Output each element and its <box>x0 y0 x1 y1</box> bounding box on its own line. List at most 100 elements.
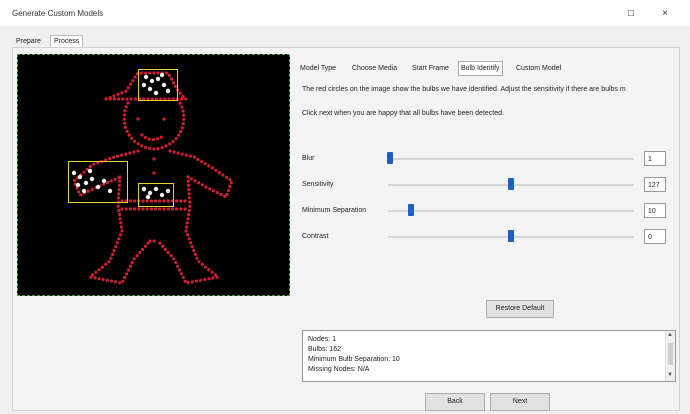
bulb-dot <box>117 213 122 217</box>
restore-default-button[interactable]: Restore Default <box>486 300 554 318</box>
window-title: Generate Custom Models <box>12 9 104 18</box>
blur-value-field[interactable]: 1 <box>644 151 666 166</box>
bulb-dot <box>100 265 104 269</box>
tab-bulb-identify[interactable]: Bulb Identify <box>458 61 503 76</box>
bulb-dot <box>184 97 188 101</box>
bulb-dot <box>147 137 151 141</box>
bulb-dot <box>122 117 126 121</box>
blur-slider-track[interactable] <box>388 158 634 160</box>
blur-slider-thumb[interactable] <box>387 152 393 164</box>
tab-custom-model[interactable]: Custom Model <box>516 62 561 75</box>
bulb-dot <box>195 256 199 260</box>
bulb-dot <box>125 272 129 276</box>
close-icon[interactable]: × <box>650 5 680 23</box>
bulb-dot <box>179 199 183 203</box>
bulb-dot <box>207 164 211 168</box>
instruction-next-text: Click next when you are happy that all b… <box>302 110 504 117</box>
sensitivity-label: Sensitivity <box>302 181 334 188</box>
back-button[interactable]: Back <box>425 393 485 411</box>
tab-choose-media[interactable]: Choose Media <box>352 62 397 75</box>
contrast-value-field[interactable]: 0 <box>644 229 666 244</box>
bulb-dot <box>114 245 118 249</box>
bulb-dot <box>163 247 167 251</box>
bulb-dot <box>179 130 183 134</box>
bulb-dot <box>186 281 190 285</box>
bulb-dot <box>204 265 208 269</box>
scroll-down-icon[interactable]: ▼ <box>667 372 673 378</box>
minimum-separation-slider-track[interactable] <box>388 210 634 212</box>
bulb-dot <box>143 135 147 140</box>
contrast-label: Contrast <box>302 233 329 240</box>
bulb-dot <box>133 75 137 79</box>
bulb-dot <box>136 142 140 146</box>
contrast-slider-thumb[interactable] <box>508 230 514 242</box>
bulb-dot <box>187 183 191 187</box>
preview-image[interactable] <box>17 54 290 296</box>
bulb-dot <box>105 278 109 282</box>
bulb-dot <box>181 94 185 98</box>
bulb-dot <box>168 149 172 153</box>
bulb-dot <box>107 260 111 264</box>
bulb-dot <box>97 268 101 272</box>
bulb-dot <box>124 105 128 109</box>
bulb-dot <box>124 152 128 156</box>
minimum-separation-slider-thumb[interactable] <box>408 204 414 216</box>
bulb-dot <box>181 109 185 113</box>
bulb-dot <box>145 207 149 211</box>
log-line-nodes: Nodes: 1 <box>308 336 337 343</box>
bulb-dot <box>197 260 201 264</box>
bulb-dot <box>184 229 188 233</box>
bulb-dot <box>101 277 105 282</box>
bulb-dot <box>186 217 190 221</box>
tab-model-type[interactable]: Model Type <box>300 62 336 75</box>
bulb-dot <box>187 196 192 200</box>
bulb-dot <box>112 94 116 98</box>
tab-start-frame[interactable]: Start Frame <box>412 62 449 75</box>
bulb-dot <box>131 79 135 83</box>
sensitivity-value-field[interactable]: 127 <box>644 177 666 192</box>
bulb-dot <box>124 207 128 211</box>
bulb-dot <box>179 207 183 211</box>
bulb-dot <box>217 171 221 175</box>
bulb-dot <box>108 157 112 161</box>
bulb-dot <box>128 82 133 86</box>
bulb-dot <box>118 281 122 285</box>
bulb-dot <box>128 207 132 211</box>
bulb-dot <box>226 188 231 193</box>
bulb-dot <box>111 252 115 256</box>
bulb-dot <box>184 153 188 157</box>
minimum-separation-value-field[interactable]: 10 <box>644 203 666 218</box>
bulb-dot <box>135 254 139 258</box>
bulb-dot <box>126 268 131 272</box>
bulb-dot <box>121 97 125 101</box>
bulb-dot <box>129 97 133 101</box>
title-bar: Generate Custom Models □ × <box>0 0 690 26</box>
bulb-dot <box>188 154 192 158</box>
bulb-dot <box>186 179 190 183</box>
bulb-dot <box>194 279 199 283</box>
bulb-dot <box>124 125 128 129</box>
bulb-dot <box>164 144 168 148</box>
scroll-up-icon[interactable]: ▲ <box>667 332 673 338</box>
bulb-dot <box>203 277 207 282</box>
log-scrollbar[interactable]: ▲ ▼ <box>665 331 675 381</box>
bulb-dot <box>152 157 156 161</box>
results-log[interactable]: Nodes: 1 Bulbs: 162 Minimum Bulb Separat… <box>302 330 676 382</box>
bulb-dot <box>207 277 211 281</box>
bulb-dot <box>93 276 97 280</box>
log-line-min-separation: Minimum Bulb Separation: 10 <box>308 356 400 363</box>
bulb-dot <box>185 225 189 229</box>
scrollbar-thumb[interactable] <box>668 343 673 365</box>
bulb-dot <box>132 150 136 154</box>
bulb-dot <box>197 181 201 185</box>
bulb-dot <box>166 207 170 211</box>
bulb-dot <box>156 146 160 151</box>
bulb-dot <box>188 200 192 204</box>
bulb-dot <box>115 241 119 245</box>
next-button[interactable]: Next <box>490 393 550 411</box>
sensitivity-slider-thumb[interactable] <box>508 178 514 190</box>
bulb-dot <box>168 142 172 146</box>
maximize-icon[interactable]: □ <box>616 5 646 23</box>
bulb-dot <box>140 144 144 148</box>
bulb-dot <box>136 149 140 153</box>
